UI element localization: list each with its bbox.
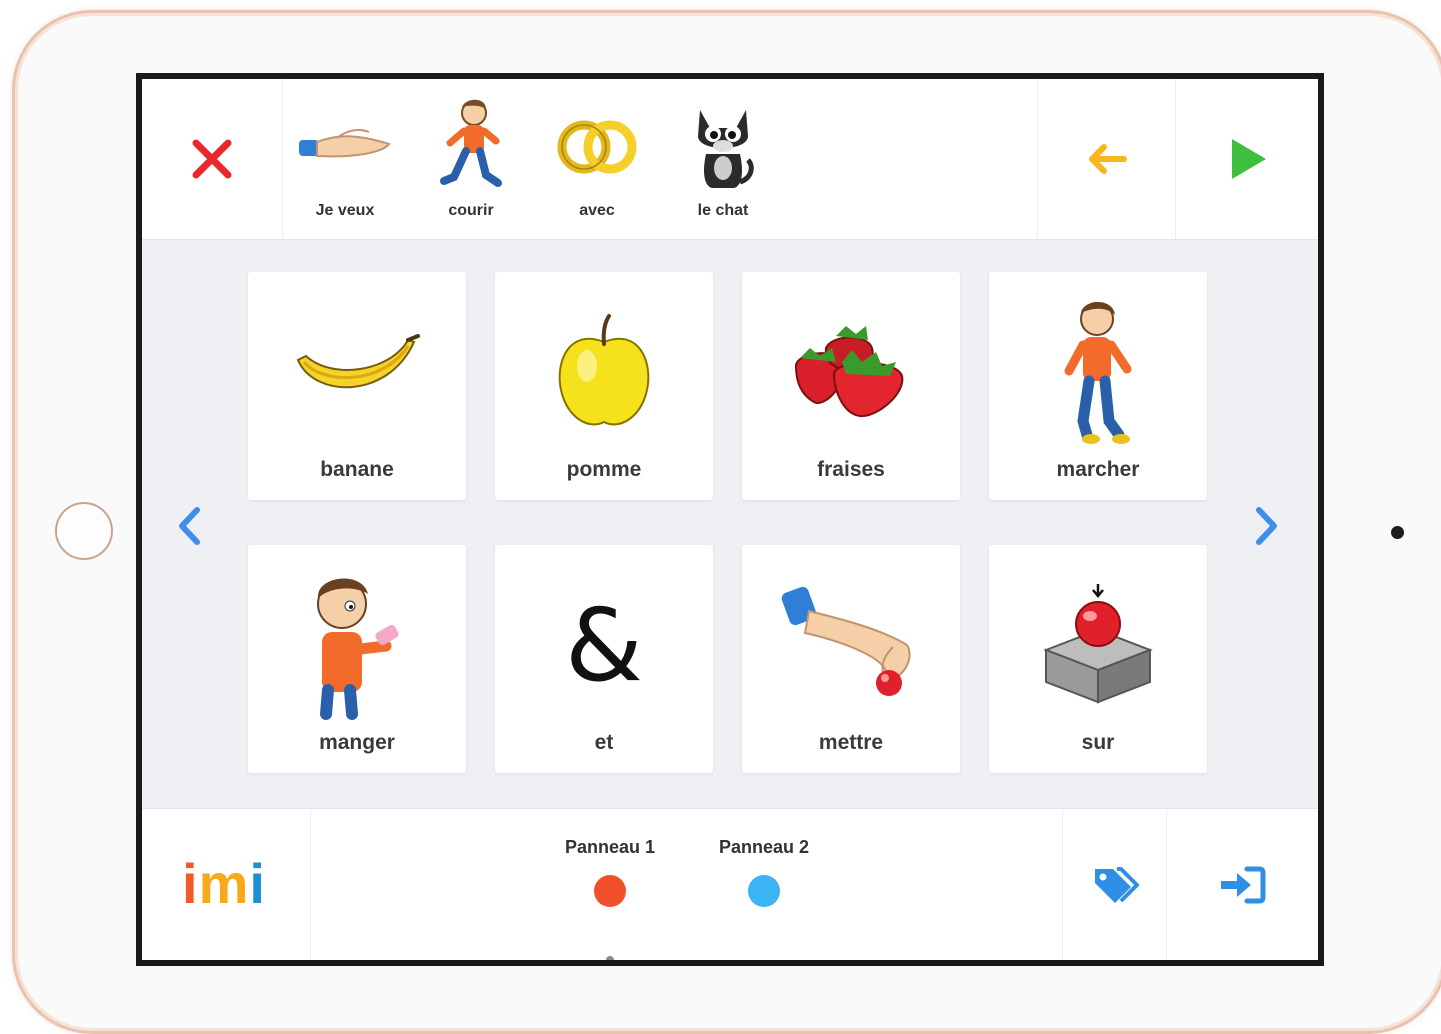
hand-offer-icon [299, 129, 391, 158]
symbol-tile-label: sur [1081, 731, 1115, 754]
panel-color-dot [594, 875, 626, 907]
tags-button[interactable] [1062, 809, 1167, 960]
next-page-button[interactable] [1250, 504, 1284, 548]
backspace-button[interactable] [1037, 79, 1176, 239]
active-panel-indicator [606, 956, 614, 960]
arrow-left-icon [1089, 144, 1127, 174]
sign-in-icon [1221, 866, 1266, 904]
symbol-tile[interactable]: manger [248, 545, 466, 773]
svg-text:&: & [565, 590, 643, 700]
imi-logo: imi [182, 851, 266, 916]
logo-letter: m [198, 852, 250, 915]
clear-button[interactable] [142, 79, 283, 239]
sentence-word[interactable]: avec [534, 79, 660, 239]
symbol-tile[interactable]: sur [989, 545, 1207, 773]
logo-area: imi [142, 809, 311, 960]
symbol-tile[interactable]: banane [248, 272, 466, 500]
panel-tab-label: Panneau 1 [564, 837, 656, 857]
logo-letter: i [249, 852, 266, 915]
symbol-tile-label: marcher [1056, 458, 1140, 481]
sentence-word-label: le chat [697, 202, 749, 219]
symbol-tile-label: mettre [818, 731, 884, 754]
symbol-tile-label: et [594, 731, 614, 754]
chevron-left-icon [179, 507, 200, 545]
sentence-word-label: avec [579, 202, 615, 219]
symbol-tile[interactable]: fraises [742, 272, 960, 500]
close-icon [192, 139, 232, 179]
bottom-bar: imi Panneau 1 Panneau 2 [142, 808, 1318, 960]
strawberries-icon [794, 326, 904, 418]
symbol-tile[interactable]: pomme [495, 272, 713, 500]
previous-page-button[interactable] [172, 504, 206, 548]
ball-on-box-icon [1043, 584, 1153, 704]
tags-icon [1095, 867, 1139, 903]
home-button[interactable] [55, 502, 113, 560]
boy-eating-icon [317, 578, 399, 720]
symbol-tile[interactable]: & et [495, 545, 713, 773]
login-button[interactable] [1166, 809, 1318, 960]
cat-icon [698, 110, 754, 188]
speak-button[interactable] [1175, 79, 1318, 239]
linked-rings-icon [557, 120, 637, 174]
sentence-strip: Je veux courir avec le chat [282, 79, 786, 239]
symbol-tile[interactable]: mettre [742, 545, 960, 773]
banana-icon [296, 334, 420, 389]
symbol-tile-label: manger [319, 731, 395, 754]
hand-placing-icon [781, 586, 911, 696]
boy-running-icon [440, 99, 502, 187]
app: Je veux courir avec le chat banane pomme… [142, 79, 1318, 960]
sentence-word-label: Je veux [315, 202, 375, 219]
symbol-tile[interactable]: marcher [989, 272, 1207, 500]
boy-walking-icon [1064, 302, 1132, 444]
screen: Je veux courir avec le chat banane pomme… [136, 73, 1324, 966]
panel-tab-1[interactable]: Panneau 1 [550, 837, 670, 907]
sentence-word-label: courir [448, 202, 494, 219]
sentence-word[interactable]: le chat [660, 79, 786, 239]
sentence-word[interactable]: Je veux [282, 79, 408, 239]
sentence-word[interactable]: courir [408, 79, 534, 239]
symbol-tile-label: banane [320, 458, 394, 481]
symbol-tile-label: pomme [566, 458, 642, 481]
panel-tab-label: Panneau 2 [718, 837, 810, 857]
logo-letter: i [182, 852, 199, 915]
ampersand-icon: & [565, 590, 643, 700]
panel-color-dot [748, 875, 780, 907]
apple-icon [558, 314, 650, 426]
chevron-right-icon [1256, 507, 1277, 545]
sentence-bar: Je veux courir avec le chat [142, 79, 1318, 240]
symbol-tile-label: fraises [817, 458, 885, 481]
camera-dot [1391, 526, 1404, 539]
panel-tab-2[interactable]: Panneau 2 [704, 837, 824, 907]
play-icon [1231, 139, 1266, 179]
